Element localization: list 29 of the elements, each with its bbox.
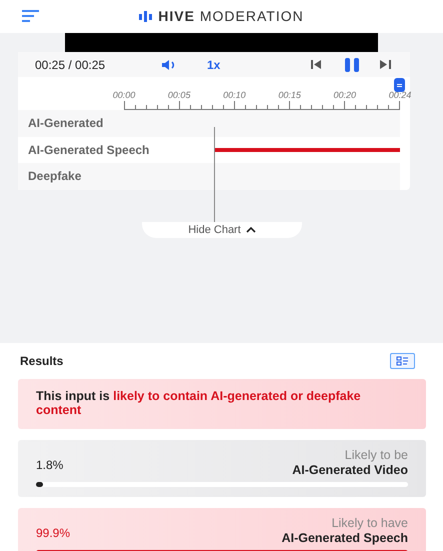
menu-icon[interactable] [22, 10, 39, 22]
speed-button[interactable]: 1x [207, 56, 220, 74]
verdict-message: This input is likely to contain AI-generated or deepfake content [36, 389, 362, 417]
score-value: 1.8% [36, 457, 64, 474]
skip-forward-icon[interactable] [380, 60, 393, 69]
time-tick-label: 00:05 [168, 89, 190, 102]
time-display: 00:25 / 00:25 [35, 56, 106, 74]
time-tick-label: 00:24 [388, 89, 412, 102]
score-caption: Likely to have [332, 516, 408, 531]
logo-icon [139, 11, 154, 22]
score-value: 99.9% [36, 525, 70, 542]
score-caption: Likely to be [344, 448, 408, 463]
list-view-icon[interactable] [390, 353, 415, 369]
track-label: Deepfake [27, 168, 82, 186]
track-label: AI-Generated [27, 115, 104, 132]
pause-icon[interactable] [344, 58, 360, 72]
results-title: Results [19, 353, 64, 370]
score-label: AI-Generated Speech [282, 531, 408, 546]
track-label: AI-Generated Speech [27, 142, 150, 159]
logo-text: HIVE MODERATION [158, 7, 304, 26]
playhead-handle[interactable] [394, 78, 405, 92]
skip-back-icon[interactable] [311, 60, 324, 69]
time-tick-label: 00:00 [112, 89, 136, 102]
time-tick-label: 00:15 [278, 89, 301, 102]
score-label: AI-Generated Video [292, 463, 408, 478]
time-tick-label: 00:10 [223, 89, 246, 102]
time-tick-label: 00:20 [334, 89, 356, 102]
hide-chart-button[interactable]: Hide Chart [142, 222, 302, 238]
chevron-up-icon [246, 227, 256, 233]
